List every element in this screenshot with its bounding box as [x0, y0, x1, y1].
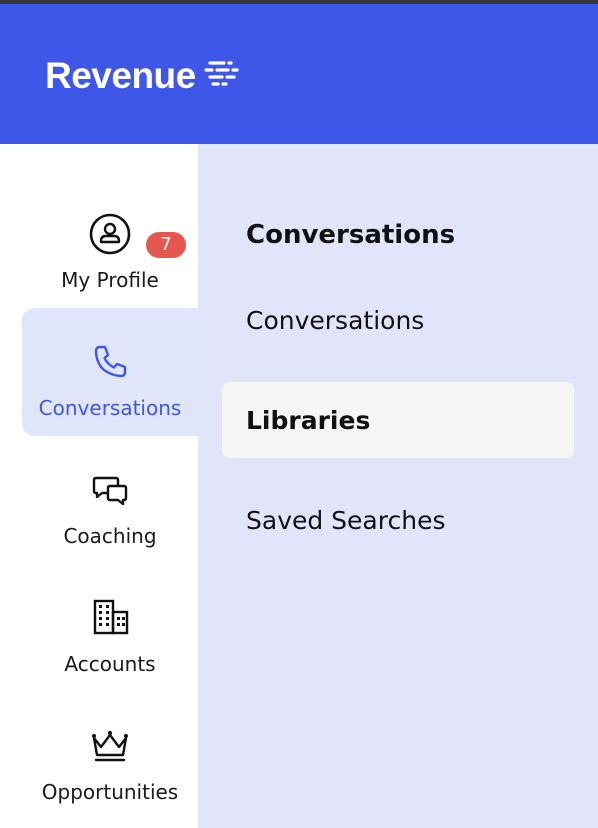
sidebar-item-accounts[interactable]: Accounts — [22, 564, 198, 692]
submenu-item-saved-searches[interactable]: Saved Searches — [222, 482, 574, 558]
sidebar-item-label: My Profile — [61, 268, 159, 292]
brand-logo[interactable]: Revenue — [45, 53, 240, 97]
submenu-title: Conversations — [246, 220, 456, 250]
sidebar-item-label: Opportunities — [41, 780, 179, 804]
notification-badge: 7 — [146, 232, 186, 258]
chat-bubbles-icon — [92, 476, 128, 506]
conversations-submenu: Conversations Conversations Libraries Sa… — [198, 144, 598, 828]
crown-icon — [92, 731, 128, 762]
brand-name: Revenue — [45, 54, 196, 96]
sidebar-nav: 7 My Profile Conversations Coaching Acco… — [0, 144, 198, 828]
revenue-lines-icon — [204, 61, 239, 86]
sidebar-item-label: Accounts — [64, 652, 156, 676]
sidebar-item-coaching[interactable]: Coaching — [22, 436, 198, 564]
sidebar-item-label: Coaching — [63, 524, 157, 548]
app-header: Revenue — [0, 4, 598, 144]
sidebar-item-conversations[interactable]: Conversations — [22, 308, 198, 436]
user-circle-icon — [89, 213, 131, 255]
submenu-item-libraries[interactable]: Libraries — [222, 382, 574, 458]
sidebar-item-opportunities[interactable]: Opportunities — [22, 692, 198, 820]
buildings-icon — [93, 599, 129, 635]
phone-icon — [94, 345, 127, 378]
sidebar-item-my-profile[interactable]: 7 My Profile — [22, 180, 198, 308]
submenu-item-conversations[interactable]: Conversations — [222, 282, 574, 358]
sidebar-item-label: Conversations — [38, 396, 182, 420]
